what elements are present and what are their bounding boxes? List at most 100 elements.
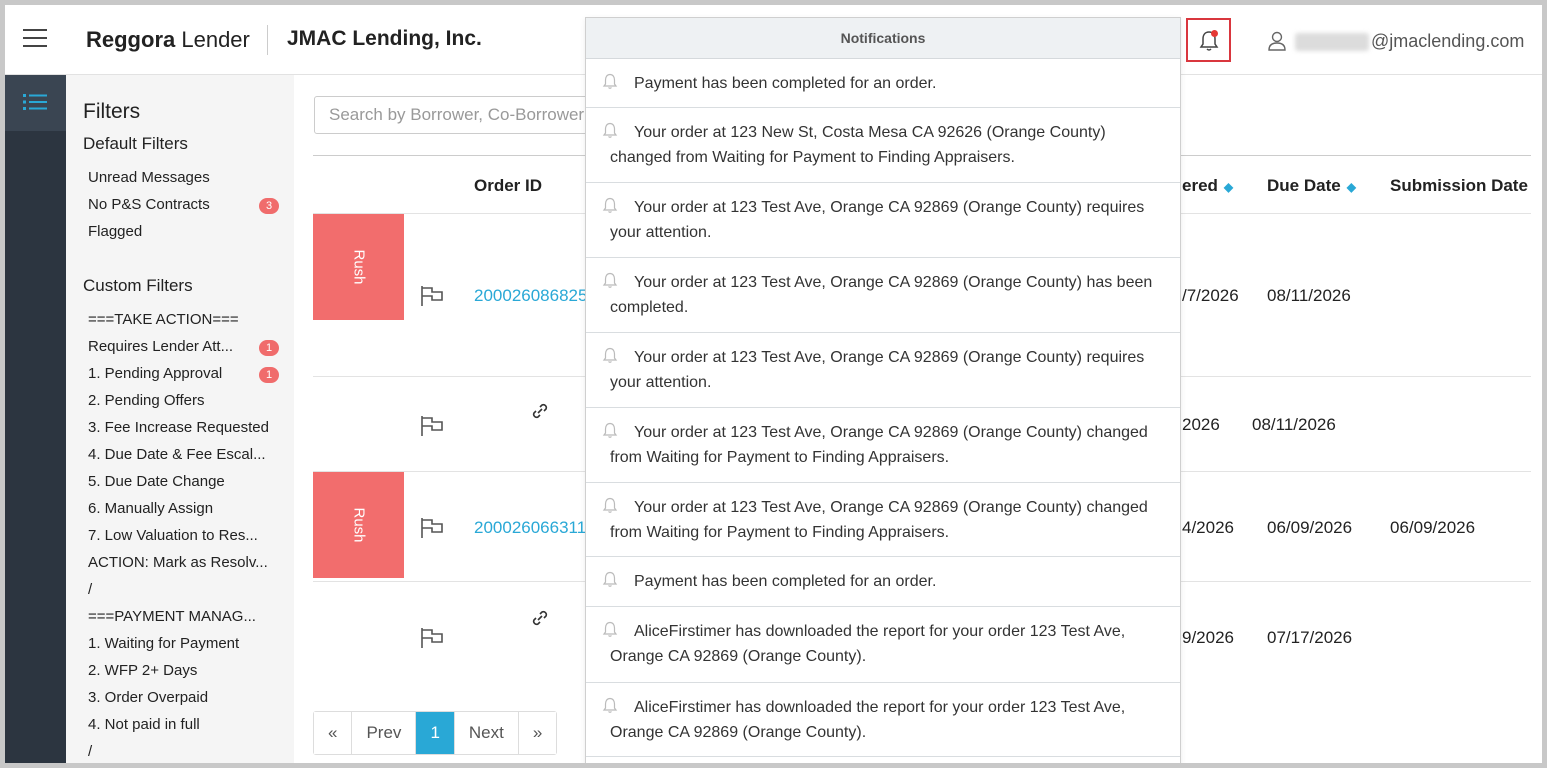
filter-item[interactable]: 4. Not paid in full: [88, 716, 278, 733]
ordered-date-cell: /7/2026: [1182, 286, 1239, 305]
flag-icon[interactable]: [419, 517, 445, 539]
notification-text: Payment has been completed for an order.: [634, 75, 937, 92]
filter-item[interactable]: ACTION: Mark as Resolv...: [88, 554, 278, 571]
filter-item[interactable]: 5. Due Date Change: [88, 473, 278, 490]
bell-icon: [602, 697, 618, 713]
count-badge: 1: [259, 367, 279, 383]
redacted-username: [1295, 32, 1369, 51]
notification-item[interactable]: Payment has been completed for an order.: [586, 557, 1180, 607]
rush-label: Rush: [350, 249, 367, 285]
filter-item[interactable]: 3. Fee Increase Requested: [88, 419, 278, 436]
order-id-link[interactable]: 200026086825: [474, 286, 587, 306]
flag-icon[interactable]: [419, 627, 445, 649]
filter-item[interactable]: No P&S Contracts: [88, 196, 278, 213]
rush-tag[interactable]: Rush: [313, 214, 404, 320]
filter-item[interactable]: /: [88, 743, 278, 760]
column-header-order-id[interactable]: Order ID: [474, 176, 542, 196]
user-email[interactable]: @jmaclending.com: [1295, 31, 1524, 52]
filter-item[interactable]: 3. Order Overpaid: [88, 689, 278, 706]
filter-item[interactable]: 1. Pending Approval: [88, 365, 278, 382]
notification-item[interactable]: Your order at 123 New St, Costa Mesa CA …: [586, 108, 1180, 183]
filter-item[interactable]: 2. Pending Offers: [88, 392, 278, 409]
app-brand[interactable]: Reggora Lender: [86, 27, 250, 53]
next-page-button[interactable]: Next: [454, 712, 519, 754]
count-badge: 1: [259, 340, 279, 356]
company-name: JMAC Lending, Inc.: [287, 27, 482, 50]
filters-title: Filters: [83, 100, 141, 123]
notification-text: Your order at 123 Test Ave, Orange CA 92…: [610, 424, 1148, 466]
pagination: « Prev 1 Next »: [313, 711, 558, 755]
link-icon[interactable]: [531, 402, 549, 420]
ordered-header-label: ered: [1182, 176, 1218, 195]
filter-item[interactable]: ===TAKE ACTION===: [88, 311, 278, 328]
count-badge: 3: [259, 198, 279, 214]
filter-item[interactable]: 1. Waiting for Payment: [88, 635, 278, 652]
due-date-cell: 08/11/2026: [1267, 286, 1351, 305]
filters-sidebar: Filters Default Filters Unread Messages N…: [66, 75, 294, 763]
user-icon[interactable]: [1267, 31, 1287, 51]
ordered-date-cell: 4/2026: [1182, 518, 1234, 537]
default-filters-title: Default Filters: [83, 134, 188, 153]
list-view-button[interactable]: [5, 75, 66, 131]
notification-item[interactable]: Your order at 123 Test Ave, Orange CA 92…: [586, 333, 1180, 408]
filter-item[interactable]: Requires Lender Att...: [88, 338, 278, 355]
notification-text: Your order at 123 New St, Costa Mesa CA …: [610, 124, 1106, 166]
bell-icon: [602, 497, 618, 513]
last-page-button[interactable]: »: [518, 712, 557, 754]
notification-item[interactable]: Your order at 123 Test Ave, Orange CA 92…: [586, 258, 1180, 333]
filter-item[interactable]: Flagged: [88, 223, 278, 240]
left-rail: [5, 75, 66, 763]
link-icon[interactable]: [531, 609, 549, 627]
notification-text: AliceFirstimer has downloaded the report…: [610, 699, 1126, 741]
notifications-title: Notifications: [586, 18, 1180, 59]
filter-item[interactable]: ===PAYMENT MANAG...: [88, 608, 278, 625]
flag-icon[interactable]: [419, 415, 445, 437]
rush-tag[interactable]: Rush: [313, 472, 404, 578]
notification-item[interactable]: Your order at 123 Test Ave, Orange CA 92…: [586, 483, 1180, 557]
bell-icon: [602, 272, 618, 288]
column-header-ordered[interactable]: ered ◆: [1182, 176, 1233, 196]
sort-icon: ◆: [1223, 180, 1234, 194]
filter-item[interactable]: Unread Messages: [88, 169, 278, 186]
first-page-button[interactable]: «: [314, 712, 353, 754]
rush-label: Rush: [350, 507, 367, 543]
column-header-due-date[interactable]: Due Date ◆: [1267, 176, 1356, 196]
notifications-panel: Notifications Payment has been completed…: [585, 17, 1181, 763]
notification-text: Your order at 123 Test Ave, Orange CA 92…: [610, 274, 1153, 316]
notification-text: Your order at 123 Test Ave, Orange CA 92…: [610, 499, 1148, 541]
page-1-button[interactable]: 1: [416, 712, 455, 754]
notification-item[interactable]: AliceFirstimer has downloaded the report…: [586, 607, 1180, 683]
brand-suffix: Lender: [175, 27, 250, 52]
brand-name: Reggora: [86, 27, 176, 52]
due-date-cell: 08/11/2026: [1252, 415, 1336, 434]
ordered-date-cell: 9/2026: [1182, 628, 1234, 647]
bell-icon: [602, 122, 618, 138]
flag-icon[interactable]: [419, 285, 445, 307]
app-window: Reggora Lender JMAC Lending, Inc. @jmacl…: [5, 5, 1542, 763]
bell-icon: [602, 197, 618, 213]
filter-item[interactable]: 7. Low Valuation to Res...: [88, 527, 278, 544]
custom-filters-title: Custom Filters: [83, 276, 193, 295]
notification-item[interactable]: AliceFirstimer has downloaded the report…: [586, 683, 1180, 757]
filter-item[interactable]: 4. Due Date & Fee Escal...: [88, 446, 278, 463]
bell-icon: [602, 422, 618, 438]
notification-item[interactable]: Payment has been completed for an order.: [586, 59, 1180, 108]
header-divider: [267, 25, 268, 55]
due-date-cell: 06/09/2026: [1267, 518, 1353, 537]
column-header-submission-date[interactable]: Submission Date: [1390, 176, 1528, 196]
search-input[interactable]: [314, 96, 614, 134]
bell-icon: [602, 347, 618, 363]
filter-item[interactable]: 2. WFP 2+ Days: [88, 662, 278, 679]
filter-item[interactable]: 6. Manually Assign: [88, 500, 278, 517]
order-id-link[interactable]: 200026066311: [474, 518, 586, 538]
list-icon: [23, 94, 47, 110]
notification-item[interactable]: Your order at 123 Test Ave, Orange CA 92…: [586, 408, 1180, 483]
sort-icon: ◆: [1346, 180, 1356, 194]
due-date-cell: 07/17/2026: [1267, 628, 1353, 647]
notification-item[interactable]: Your order at 123 Test Ave, Orange CA 92…: [586, 183, 1180, 258]
menu-icon[interactable]: [23, 29, 47, 49]
filter-item[interactable]: /: [88, 581, 278, 598]
notifications-button[interactable]: [1186, 18, 1231, 62]
prev-page-button[interactable]: Prev: [352, 712, 417, 754]
submission-date-cell: 06/09/2026: [1390, 518, 1476, 537]
